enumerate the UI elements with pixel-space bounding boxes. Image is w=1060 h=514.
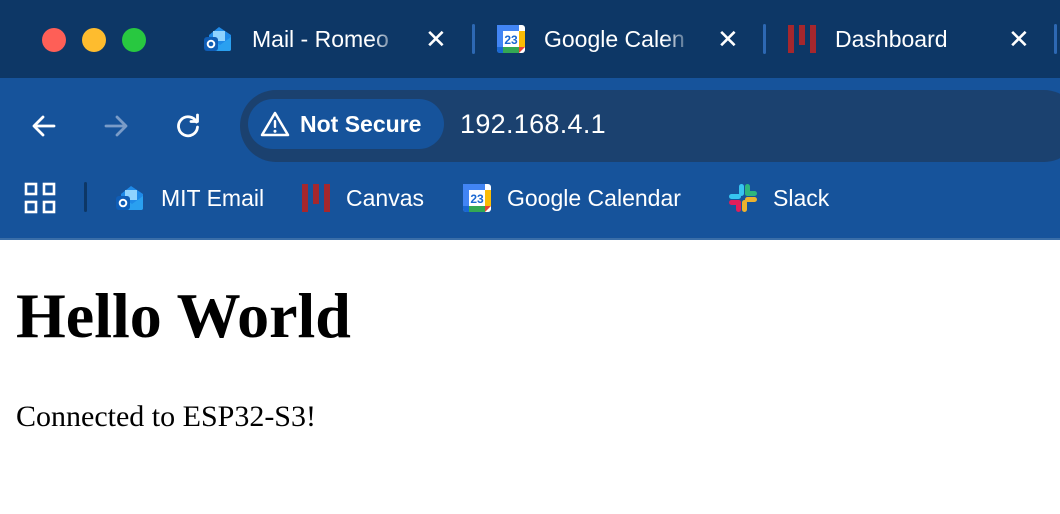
forward-button[interactable] xyxy=(96,106,136,146)
tab-strip: Mail - Romeo ✕ 23 Google Calen ✕ Dashboa… xyxy=(0,0,1060,78)
apps-grid-icon[interactable] xyxy=(24,182,56,214)
outlook-icon xyxy=(116,186,143,210)
calendar-day-label: 23 xyxy=(504,33,518,47)
arrow-right-icon xyxy=(104,115,128,137)
calendar-day-label: 23 xyxy=(470,192,484,206)
tab-title: Google Calen xyxy=(544,25,685,52)
slack-icon xyxy=(729,184,757,212)
page-heading: Hello World xyxy=(16,280,351,351)
reload-button[interactable] xyxy=(168,106,208,146)
warning-icon xyxy=(260,111,290,137)
close-icon[interactable]: ✕ xyxy=(717,26,739,52)
tab-title: Dashboard xyxy=(835,25,948,52)
tab-dashboard[interactable]: Dashboard ✕ xyxy=(786,14,1036,64)
outlook-icon xyxy=(204,27,231,51)
bookmark-canvas[interactable]: Canvas xyxy=(300,180,424,216)
tab-google-calendar[interactable]: 23 Google Calen ✕ xyxy=(495,14,745,64)
close-icon[interactable]: ✕ xyxy=(425,26,447,52)
google-calendar-icon: 23 xyxy=(463,184,491,212)
bookmark-slack[interactable]: Slack xyxy=(727,180,829,216)
back-button[interactable] xyxy=(24,106,64,146)
canvas-icon xyxy=(788,25,816,53)
bookmarks-separator xyxy=(84,182,87,212)
bookmark-label: Google Calendar xyxy=(507,184,681,211)
url-text[interactable]: 192.168.4.1 xyxy=(460,109,606,140)
address-bar[interactable]: Not Secure 192.168.4.1 xyxy=(240,90,1060,162)
reload-icon xyxy=(177,113,199,138)
security-label: Not Secure xyxy=(300,110,422,137)
tab-separator xyxy=(1054,24,1057,54)
tab-title: Mail - Romeo xyxy=(252,25,389,52)
window-close-button[interactable] xyxy=(42,28,66,52)
bookmark-mit-email[interactable]: MIT Email xyxy=(115,180,264,216)
tab-mail[interactable]: Mail - Romeo ✕ xyxy=(203,14,465,64)
tab-separator xyxy=(763,24,766,54)
close-icon[interactable]: ✕ xyxy=(1008,26,1030,52)
page-paragraph: Connected to ESP32-S3! xyxy=(16,400,316,433)
page-content: Hello World Connected to ESP32-S3! xyxy=(0,240,1060,514)
window-minimize-button[interactable] xyxy=(82,28,106,52)
bookmark-label: Slack xyxy=(773,184,830,211)
canvas-icon xyxy=(302,184,330,212)
bookmark-label: Canvas xyxy=(346,184,424,211)
arrow-left-icon xyxy=(32,115,56,137)
tab-separator xyxy=(472,24,475,54)
google-calendar-icon: 23 xyxy=(497,25,525,53)
window-zoom-button[interactable] xyxy=(122,28,146,52)
bookmark-google-calendar[interactable]: 23 Google Calendar xyxy=(461,180,681,216)
bookmark-label: MIT Email xyxy=(161,184,265,211)
security-indicator[interactable]: Not Secure xyxy=(248,99,444,149)
